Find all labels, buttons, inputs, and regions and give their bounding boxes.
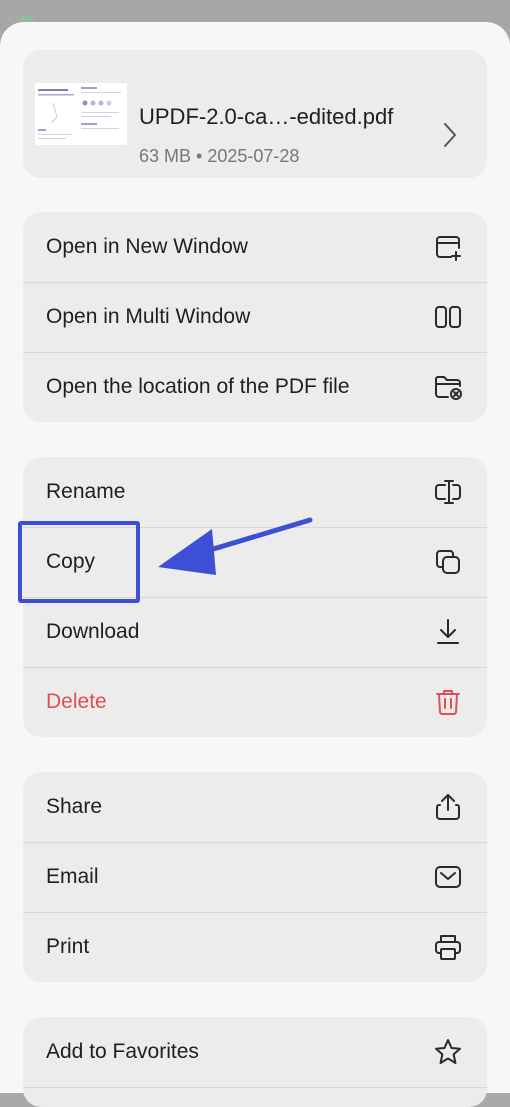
chevron-right-icon — [444, 123, 456, 147]
new-window-icon — [433, 232, 463, 262]
menu-item-label: Print — [46, 935, 90, 958]
favorites-options-group: Add to Favorites — [23, 1017, 487, 1107]
share-options-group: Share Email Print — [23, 772, 487, 982]
file-name: UPDF-2.0-ca…-edited.pdf — [139, 104, 394, 129]
delete-item[interactable]: Delete — [23, 667, 487, 737]
download-icon — [433, 617, 463, 647]
menu-item-label: Open in Multi Window — [46, 305, 251, 328]
split-window-icon — [433, 302, 463, 332]
download-item[interactable]: Download — [23, 597, 487, 667]
add-to-favorites-item[interactable]: Add to Favorites — [23, 1017, 487, 1087]
email-item[interactable]: Email — [23, 842, 487, 912]
copy-icon — [433, 547, 463, 577]
open-multi-window-item[interactable]: Open in Multi Window — [23, 282, 487, 352]
rename-icon — [433, 477, 463, 507]
menu-item-label: Delete — [46, 690, 107, 713]
open-file-location-item[interactable]: Open the location of the PDF file — [23, 352, 487, 422]
share-item[interactable]: Share — [23, 772, 487, 842]
print-item[interactable]: Print — [23, 912, 487, 982]
folder-location-icon — [433, 372, 463, 402]
printer-icon — [433, 932, 463, 962]
open-options-group: Open in New Window Open in Multi Window — [23, 212, 487, 422]
menu-item-label: Share — [46, 795, 103, 818]
star-icon — [433, 1037, 463, 1067]
menu-item-label: Add to Favorites — [46, 1040, 199, 1063]
annotation-arrow-icon — [158, 517, 313, 575]
menu-item-label: Open the location of the PDF file — [46, 375, 350, 398]
open-new-window-item[interactable]: Open in New Window — [23, 212, 487, 282]
file-meta: 63 MB • 2025-07-28 — [139, 146, 300, 166]
menu-item-label: Email — [46, 865, 99, 888]
trash-icon — [433, 687, 463, 717]
menu-item-label: Rename — [46, 480, 126, 503]
annotation-highlight-box — [18, 521, 140, 603]
next-item-partial[interactable] — [23, 1087, 487, 1107]
share-icon — [433, 792, 463, 822]
pdf-thumbnail — [35, 83, 127, 145]
file-info-card[interactable]: UPDF-2.0-ca…-edited.pdf 63 MB • 2025-07-… — [23, 50, 487, 178]
menu-item-label: Download — [46, 620, 140, 643]
menu-item-label: Open in New Window — [46, 235, 248, 258]
mail-icon — [433, 862, 463, 892]
